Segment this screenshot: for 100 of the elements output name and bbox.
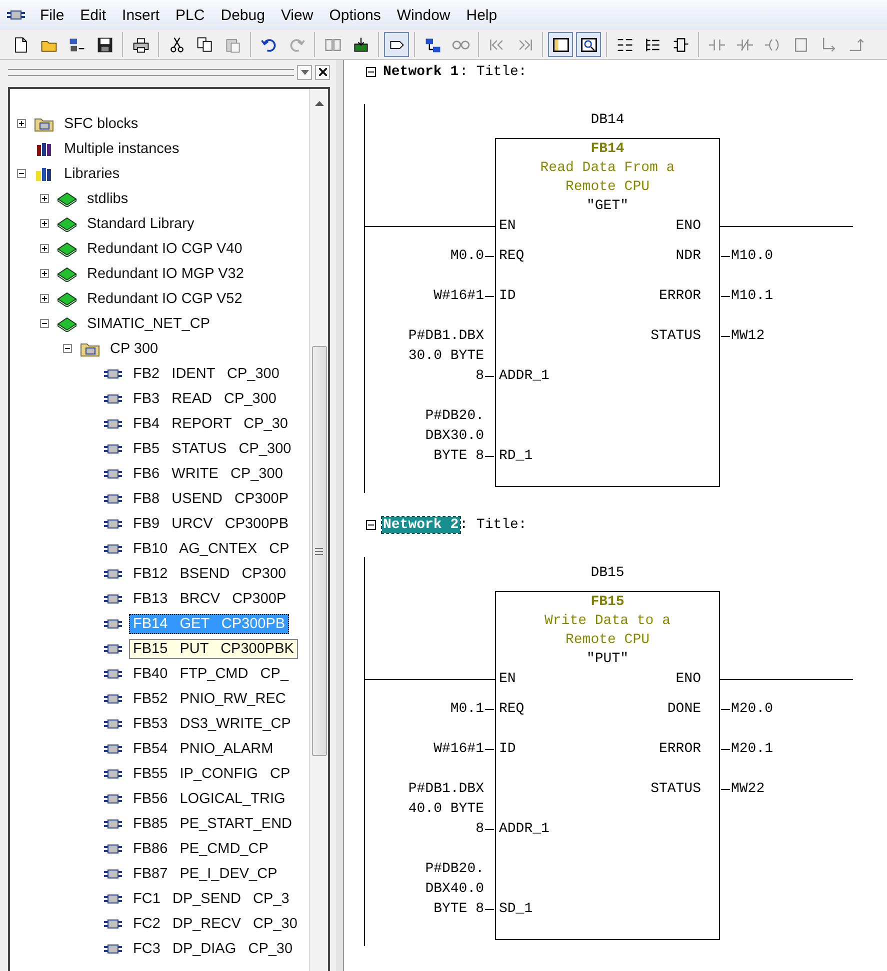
magnifier-window-button[interactable] [576,32,601,57]
tree-item[interactable]: FC2 DP_RECV CP_30 [129,914,302,934]
tree-item[interactable]: SFC blocks [60,114,142,134]
tree-item[interactable]: FB13 BRCV CP300P [129,588,290,608]
block-folder-icon [80,340,100,356]
drag-handle[interactable] [8,68,294,76]
input-pin: RD_1 [499,448,533,464]
tree-item[interactable]: FB52 PNIO_RW_REC [129,688,290,708]
output-pin: DONE [667,701,701,717]
input-pin: ID [499,288,516,304]
tree-item[interactable]: FB6 WRITE CP_300 [129,464,287,484]
menu-item[interactable]: File [32,6,72,24]
grip-icon [315,548,323,554]
block-number: FB15 [590,593,624,612]
tree-item[interactable]: FC3 DP_DIAG CP_30 [129,938,297,958]
tree-item[interactable]: Standard Library [83,214,198,234]
collapse-icon[interactable] [366,520,376,530]
tree-item[interactable]: FC1 DP_SEND CP_3 [129,888,294,908]
menu-item[interactable]: Help [458,6,506,24]
computer-icon [68,36,86,54]
tree-item[interactable]: Redundant IO CGP V52 [83,288,246,308]
tree-item[interactable]: FB85 PE_START_END [129,814,296,834]
wire [721,748,730,750]
function-block[interactable]: FB14 Read Data From a Remote CPU ″GET″ EN ENO REQ NDR ID ERROR STATUS ADDR_1 RD_1 [495,138,720,487]
output-operand: MW22 [731,780,765,799]
tree-item[interactable]: CP 300 [106,338,162,358]
tree-item[interactable]: FB15 PUT CP300PBK [129,638,298,658]
scroll-up-icon [314,101,324,106]
save-icon [96,36,114,54]
menu-item[interactable]: View [272,6,322,24]
tree-item[interactable]: Redundant IO CGP V40 [83,238,246,258]
tree-item[interactable]: FB54 PNIO_ALARM [129,738,278,758]
menu-item[interactable]: Edit [72,6,114,24]
book-icon [57,290,77,306]
tree-item[interactable]: FB55 IP_CONFIG CP [129,764,294,784]
tree-item[interactable]: SIMATIC_NET_CP [83,314,214,334]
tree-item[interactable]: FB12 BSEND CP300 [129,564,290,584]
tree-item[interactable]: stdlibs [83,188,132,208]
tree-item[interactable]: FB86 PE_CMD_CP [129,838,272,858]
input-operand: P#DB1.DBX 30.0 BYTE 8 [408,327,484,386]
tree-item[interactable]: Multiple instances [60,138,184,158]
network-label[interactable]: Network 2 [382,517,460,533]
block-icon [6,9,26,21]
scroll-thumb[interactable] [312,346,326,756]
panel-layout-button[interactable] [548,32,573,57]
output-operand: M20.1 [731,740,774,759]
book-icon [57,316,77,332]
block-symbol: ″PUT″ [586,650,628,669]
expand-toggle[interactable] [63,344,72,353]
menu-item[interactable]: Window [388,6,458,24]
tree-item[interactable]: FB2 IDENT CP_300 [129,364,284,384]
expand-toggle[interactable] [17,169,26,178]
menu-item[interactable]: Insert [114,6,168,24]
output-pin: ERROR [658,288,701,304]
block-symbol: ″GET″ [586,197,628,216]
input-pin: ADDR_1 [499,821,550,837]
tree-item[interactable]: FB56 LOGICAL_TRIG [129,788,290,808]
tree-item[interactable]: FB53 DS3_WRITE_CP [129,714,295,734]
network-title: : Title: [460,64,527,80]
function-block[interactable]: FB15 Write Data to a Remote CPU ″PUT″ EN ENO REQ DONE ID ERROR STATUS ADDR_1 SD_1 [495,591,720,940]
network-label[interactable]: Network 1 [382,64,460,80]
expand-toggle[interactable] [40,319,49,328]
tree-item[interactable]: Redundant IO MGP V32 [83,264,248,284]
glasses-icon [452,40,470,50]
expand-toggle[interactable] [40,269,49,278]
tree-item[interactable]: FB40 FTP_CMD CP_ [129,664,293,684]
output-pin: ENO [676,671,701,687]
dropdown-button[interactable] [297,64,312,80]
books-icon [34,166,54,182]
output-pin: STATUS [650,328,701,344]
input-operand: P#DB20. DBX40.0 BYTE 8 [425,860,484,919]
menu-item[interactable]: Debug [212,6,273,24]
tree-item[interactable]: FB4 REPORT CP_30 [129,414,292,434]
input-pin: SD_1 [499,901,533,917]
tree-item[interactable]: FB10 AG_CNTEX CP [129,538,294,558]
collapse-icon[interactable] [366,67,376,77]
expand-toggle[interactable] [40,244,49,253]
block-folder-icon [34,116,54,132]
expand-toggle[interactable] [40,219,49,228]
tree-item[interactable]: FB87 PE_I_DEV_CP [129,864,282,884]
block-description: Write Data to a Remote CPU [543,612,672,650]
scrollbar[interactable] [309,89,328,971]
expand-toggle[interactable] [40,294,49,303]
input-pin: EN [499,671,516,687]
tree-item[interactable]: Libraries [60,164,124,184]
tree-item[interactable]: FB9 URCV CP300PB [129,514,293,534]
tree-item[interactable]: FB3 READ CP_300 [129,388,280,408]
caret-icon [300,70,308,74]
wire [721,708,730,710]
menu-item[interactable]: PLC [168,6,213,24]
tag-button[interactable] [384,32,409,57]
input-operand: W#16#1 [434,287,484,306]
menu-item[interactable]: Options [321,6,389,24]
tree-item[interactable]: FB5 STATUS CP_300 [129,438,296,458]
close-button[interactable] [315,64,330,80]
tree-item[interactable]: FB8 USEND CP300P [129,488,293,508]
expand-toggle[interactable] [17,119,26,128]
output-operand: M10.0 [731,247,774,266]
expand-toggle[interactable] [40,194,49,203]
book-icon [57,216,77,232]
